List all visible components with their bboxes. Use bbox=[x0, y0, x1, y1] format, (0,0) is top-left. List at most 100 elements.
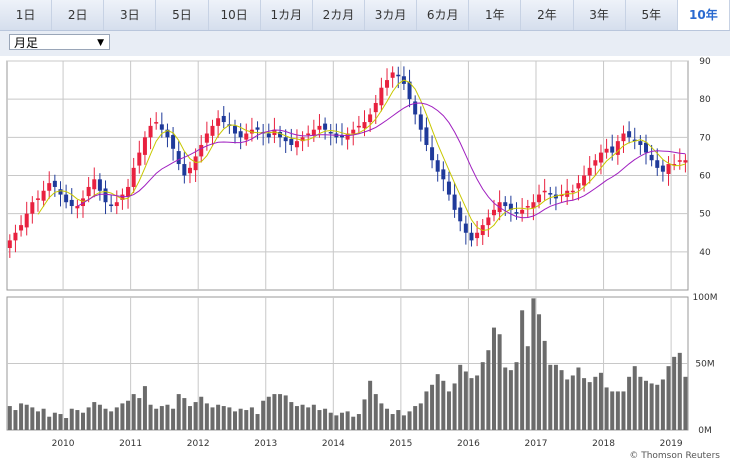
candle-body bbox=[13, 232, 18, 241]
candle-body bbox=[294, 141, 299, 148]
volume-bar bbox=[19, 403, 24, 430]
candle-body bbox=[109, 204, 114, 207]
volume-bar bbox=[553, 364, 558, 430]
volume-bar bbox=[137, 398, 142, 430]
volume-bar bbox=[238, 408, 243, 430]
candle-body bbox=[435, 160, 440, 172]
volume-bar bbox=[486, 350, 491, 430]
candle-body bbox=[390, 72, 395, 78]
volume-bar bbox=[306, 407, 311, 430]
volume-bar bbox=[368, 380, 373, 430]
candle-body bbox=[30, 202, 35, 214]
candle-body bbox=[644, 142, 649, 153]
candle-body bbox=[176, 151, 181, 165]
volume-tick-label: 50M bbox=[695, 360, 714, 370]
candle-body bbox=[463, 223, 468, 233]
candle-body bbox=[317, 125, 322, 130]
candle-body bbox=[655, 160, 660, 168]
volume-bar bbox=[311, 404, 316, 430]
volume-bar bbox=[413, 406, 418, 430]
candle-body bbox=[24, 213, 29, 228]
volume-bar bbox=[660, 379, 665, 430]
candle-body bbox=[69, 199, 74, 207]
candle-body bbox=[58, 189, 63, 195]
volume-bar bbox=[621, 391, 626, 430]
volume-bar bbox=[677, 352, 682, 430]
candle-body bbox=[126, 186, 131, 197]
candle-body bbox=[171, 135, 176, 149]
volume-bar bbox=[131, 394, 136, 430]
volume-bar bbox=[317, 410, 322, 430]
volume-bar bbox=[430, 384, 435, 430]
price-tick-label: 70 bbox=[699, 133, 711, 143]
volume-bar bbox=[7, 406, 12, 430]
x-tick-label: 2013 bbox=[254, 439, 277, 449]
candle-body bbox=[41, 190, 46, 201]
volume-bar bbox=[604, 387, 609, 430]
candle-body bbox=[582, 175, 587, 186]
candle-body bbox=[238, 131, 243, 138]
volume-bar bbox=[666, 366, 671, 430]
candle-body bbox=[52, 180, 57, 187]
volume-bar bbox=[75, 410, 80, 430]
volume-bar bbox=[458, 364, 463, 430]
volume-bar bbox=[598, 372, 603, 430]
candle-body bbox=[441, 169, 446, 180]
candle-body bbox=[283, 137, 288, 142]
stock-chart: 2010 2011 2012 2013 2014 2015 2016 2017 2018 2019… bbox=[6, 57, 720, 461]
candle-body bbox=[131, 167, 136, 187]
candle-body bbox=[193, 156, 198, 171]
volume-bar bbox=[497, 334, 502, 430]
volume-bar bbox=[559, 370, 564, 430]
candle-body bbox=[154, 122, 159, 124]
grid bbox=[6, 60, 689, 431]
candle-body bbox=[514, 212, 519, 214]
volume-bars bbox=[7, 298, 688, 430]
price-tick-label: 90 bbox=[699, 57, 711, 67]
volume-bar bbox=[13, 410, 18, 430]
candle-body bbox=[75, 206, 80, 209]
x-tick-label: 2010 bbox=[52, 439, 75, 449]
candle-body bbox=[159, 124, 164, 130]
candle-body bbox=[97, 179, 102, 191]
volume-bar bbox=[362, 399, 367, 430]
candle-body bbox=[593, 160, 598, 166]
candle-body bbox=[86, 186, 91, 197]
candle-body bbox=[649, 154, 654, 161]
candle-body bbox=[458, 207, 463, 222]
volume-bar bbox=[272, 394, 277, 430]
volume-bar bbox=[30, 407, 35, 430]
volume-bar bbox=[582, 378, 587, 430]
volume-bar bbox=[216, 404, 221, 430]
volume-bar bbox=[463, 371, 468, 430]
volume-bar bbox=[154, 408, 159, 430]
volume-bar bbox=[92, 402, 97, 430]
candle-body bbox=[576, 183, 581, 189]
candle-body bbox=[418, 114, 423, 130]
candle-body bbox=[35, 198, 40, 200]
volume-bar bbox=[204, 403, 209, 430]
candle-body bbox=[396, 74, 401, 77]
volume-bar bbox=[176, 394, 181, 430]
candle-body bbox=[221, 115, 226, 123]
volume-bar bbox=[508, 370, 513, 430]
volume-bar bbox=[446, 391, 451, 430]
volume-bar bbox=[356, 414, 361, 430]
volume-bar bbox=[503, 367, 508, 430]
x-tick-label: 2017 bbox=[525, 439, 548, 449]
candle-body bbox=[137, 152, 142, 166]
candle-body bbox=[199, 144, 204, 157]
volume-bar bbox=[537, 314, 542, 430]
volume-bar bbox=[542, 340, 547, 430]
price-tick-label: 40 bbox=[699, 248, 711, 258]
volume-bar bbox=[587, 382, 592, 430]
candles bbox=[7, 66, 688, 258]
candle-body bbox=[19, 225, 24, 231]
volume-bar bbox=[328, 412, 333, 430]
volume-bar bbox=[148, 404, 153, 430]
volume-bar bbox=[261, 400, 266, 430]
volume-bar bbox=[86, 407, 91, 430]
candle-body bbox=[182, 164, 187, 176]
volume-bar bbox=[187, 406, 192, 430]
volume-bar bbox=[396, 410, 401, 430]
